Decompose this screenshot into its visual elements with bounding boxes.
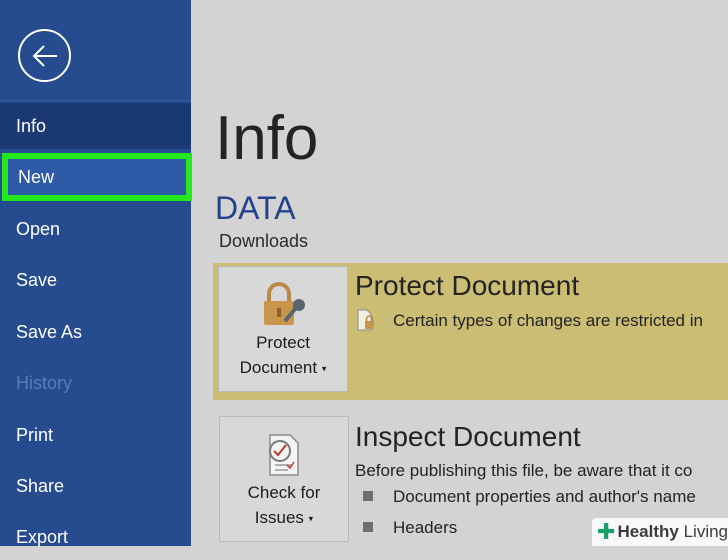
document-name: DATA: [215, 190, 296, 226]
protect-document-button[interactable]: Protect Document ▾: [218, 266, 348, 392]
nav-item-label: New: [18, 167, 55, 187]
inspect-button-label-line2: Issues: [254, 508, 304, 527]
protect-button-label-line2: Document: [239, 358, 318, 377]
inspect-bullet-item: Headers: [393, 518, 458, 537]
nav-item-label: Info: [16, 116, 47, 136]
nav-item-label: Save As: [16, 322, 83, 342]
back-button[interactable]: [18, 29, 71, 82]
nav-item-label: Export: [16, 527, 69, 547]
inspect-button-label-line1: Check for: [247, 483, 321, 502]
divider: [0, 100, 191, 101]
nav-item-save[interactable]: Save: [0, 257, 191, 303]
bullet-icon: [363, 491, 373, 501]
bullet-icon: [363, 522, 373, 532]
nav-item-history: History: [0, 360, 191, 406]
watermark-brand-bold: Healthy: [617, 522, 679, 541]
dropdown-caret-icon: ▾: [321, 363, 327, 374]
lock-small-icon: [357, 309, 374, 331]
arrow-left-icon: [32, 44, 57, 67]
protect-section-description: Certain types of changes are restricted …: [393, 311, 703, 330]
inspect-bullet-item: Document properties and author's name: [393, 487, 696, 506]
document-path-link[interactable]: Downloads: [219, 231, 308, 252]
lock-key-icon: [264, 282, 305, 325]
backstage-sidebar: Info New Open Save Save As History Print…: [0, 0, 192, 547]
nav-item-label: Save: [16, 270, 58, 290]
dropdown-caret-icon: ▾: [308, 513, 314, 524]
inspect-button-label-line2-wrap: Issues ▾: [220, 506, 348, 531]
healthy-living-watermark: ✚ Healthy Living: [592, 518, 728, 546]
info-panel: Info DATA Downloads Protect Document ▾ P…: [191, 0, 728, 546]
nav-item-label: Print: [16, 425, 54, 445]
inspect-section-description: Before publishing this file, be aware th…: [355, 461, 693, 480]
medical-cross-icon: ✚: [597, 519, 616, 544]
protect-button-label-line1: Protect: [256, 333, 310, 352]
inspect-document-icon: [269, 434, 299, 476]
nav-item-export[interactable]: Export: [0, 514, 191, 560]
nav-item-label: History: [16, 373, 73, 393]
nav-item-label: Open: [16, 219, 61, 239]
check-for-issues-button[interactable]: Check for Issues ▾: [219, 416, 349, 542]
watermark-brand-light: Living: [683, 522, 728, 541]
nav-item-new[interactable]: New: [2, 153, 192, 201]
nav-item-share[interactable]: Share: [0, 463, 191, 509]
inspect-section-title: Inspect Document: [355, 421, 581, 452]
nav-item-info[interactable]: Info: [0, 103, 191, 149]
protect-button-label-line2-wrap: Document ▾: [219, 356, 347, 381]
nav-item-open[interactable]: Open: [0, 206, 191, 252]
nav-item-save-as[interactable]: Save As: [0, 309, 191, 355]
nav-item-print[interactable]: Print: [0, 412, 191, 458]
nav-item-label: Share: [16, 476, 65, 496]
page-title: Info: [215, 104, 319, 173]
protect-section-title: Protect Document: [355, 270, 580, 301]
